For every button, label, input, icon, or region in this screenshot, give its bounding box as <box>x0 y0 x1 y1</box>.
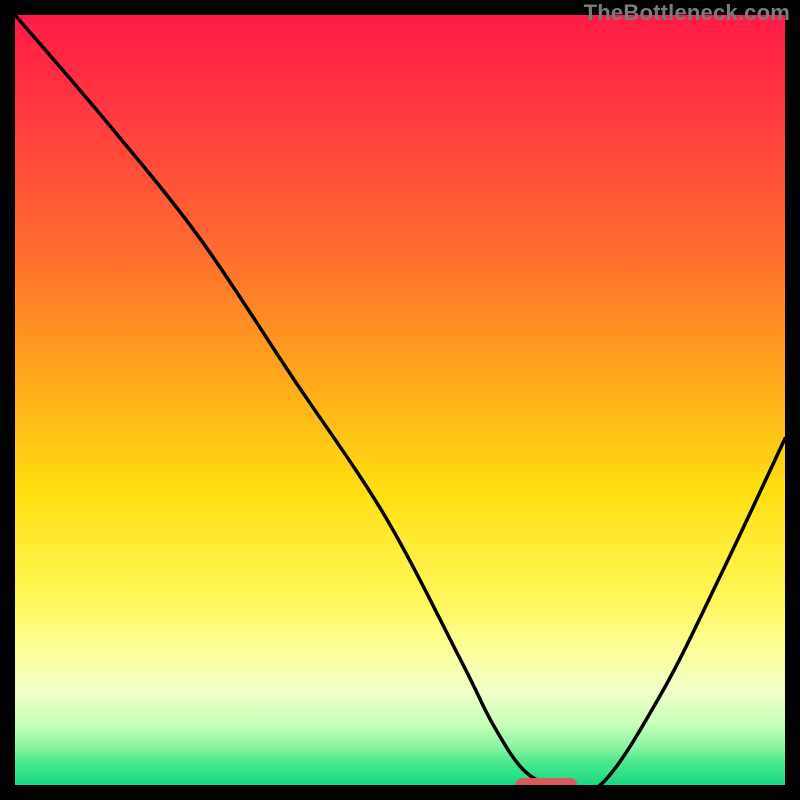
bottleneck-chart <box>15 15 785 785</box>
gradient-background <box>15 15 785 785</box>
marker-pill <box>516 778 578 785</box>
watermark-label: TheBottleneck.com <box>584 0 790 26</box>
chart-frame: TheBottleneck.com <box>0 0 800 800</box>
